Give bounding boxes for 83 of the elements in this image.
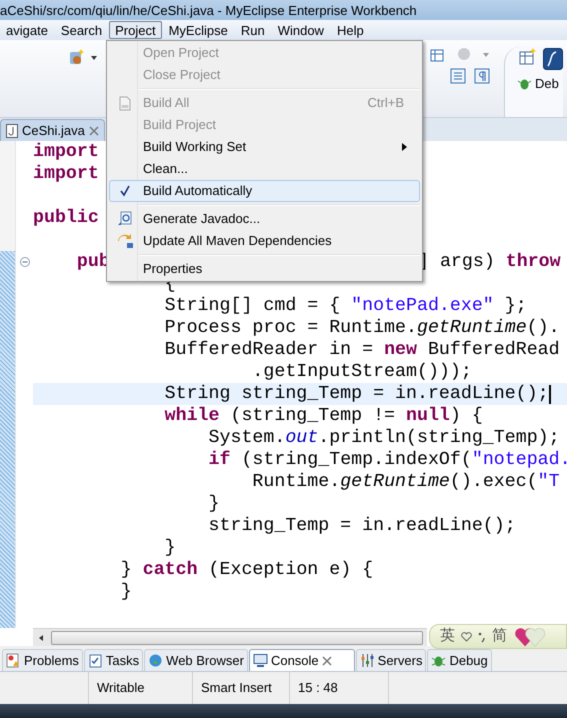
- code-token: (string_Temp !=: [229, 406, 396, 426]
- menu-entry[interactable]: Clean...: [109, 158, 420, 180]
- code-token: String string_Temp = in.readLine();: [164, 384, 549, 404]
- close-icon[interactable]: [322, 656, 332, 666]
- view-tab[interactable]: Debug: [427, 649, 492, 671]
- code-token: "notepad.: [472, 450, 567, 470]
- code-token: import: [33, 164, 99, 184]
- document-at-icon: [117, 211, 133, 227]
- ime-language[interactable]: 英: [440, 625, 455, 648]
- code-token: Process proc = Runtime.: [164, 318, 417, 338]
- code-token: }: [120, 582, 132, 602]
- view-tab[interactable]: Tasks: [84, 649, 144, 671]
- code-token: throw: [506, 252, 561, 272]
- refresh-arrows-icon: [116, 233, 134, 249]
- view-tab[interactable]: Servers: [356, 649, 426, 671]
- sliders-icon: [360, 653, 375, 668]
- code-token: };: [504, 296, 527, 316]
- horizontal-scrollbar[interactable]: [33, 628, 427, 646]
- code-token: out: [285, 428, 318, 448]
- list-icon[interactable]: [450, 68, 466, 84]
- code-token: getRuntime: [340, 472, 450, 492]
- hearts-icon: [513, 625, 547, 648]
- code-token: ) {: [450, 406, 483, 426]
- menu-item[interactable]: Search: [54, 21, 108, 39]
- text-cursor: [548, 384, 551, 404]
- code-token: string_Temp = in.readLine();: [208, 516, 516, 536]
- menu-item[interactable]: MyEclipse: [162, 21, 234, 39]
- menu-entry[interactable]: Build Automatically: [109, 180, 420, 202]
- code-token: }: [208, 494, 220, 514]
- code-token: null: [406, 406, 450, 426]
- menu-entry[interactable]: Properties: [109, 258, 420, 280]
- code-token: if: [208, 450, 230, 470]
- code-token: catch: [142, 560, 198, 580]
- view-tab[interactable]: Problems: [2, 649, 83, 671]
- scroll-thumb[interactable]: [51, 630, 423, 644]
- open-perspective-icon[interactable]: [519, 48, 537, 66]
- menu-entry[interactable]: Update All Maven Dependencies: [109, 230, 420, 252]
- code-token: new: [384, 340, 417, 360]
- window-title: aCeShi/src/com/qiu/lin/he/CeShi.java - MyEclipse Enterprise Workbench: [0, 4, 417, 16]
- code-token: (Exception e) {: [208, 560, 374, 580]
- punctuation-icon[interactable]: [478, 630, 486, 642]
- fold-toggle-icon[interactable]: [20, 257, 30, 267]
- code-token: BufferedRead: [426, 340, 560, 360]
- heart-outline-icon[interactable]: [461, 632, 472, 642]
- code-token: ().: [526, 318, 560, 338]
- pilcrow-icon[interactable]: [474, 68, 490, 84]
- new-project-icon[interactable]: [68, 48, 86, 66]
- menu-item[interactable]: Run: [234, 21, 271, 39]
- code-token: while: [164, 406, 220, 426]
- code-token: "T: [538, 472, 560, 492]
- view-tab[interactable]: Console: [248, 649, 355, 671]
- shortcut-text: Ctrl+B: [368, 94, 405, 112]
- menu-item[interactable]: Help: [330, 21, 370, 39]
- code-token: import: [33, 142, 99, 162]
- ime-mode[interactable]: 简: [492, 625, 507, 648]
- menu-item[interactable]: Window: [272, 21, 330, 39]
- editor-tab[interactable]: CeShi.java: [0, 119, 105, 141]
- close-icon[interactable]: [88, 126, 99, 136]
- code-token: (string_Temp.indexOf(: [240, 450, 472, 470]
- view-tab[interactable]: Web Browser: [144, 649, 248, 671]
- menu-entry[interactable]: Build Working Set: [109, 136, 420, 158]
- code-token: String[] cmd = {: [164, 296, 342, 316]
- code-token: "notePad.exe": [351, 296, 494, 316]
- code-token: }: [120, 560, 133, 580]
- perspective-icon[interactable]: [543, 48, 563, 70]
- code-token: System.: [208, 428, 286, 448]
- menu-entry[interactable]: Generate Javadoc...: [109, 208, 420, 230]
- code-token: public: [33, 208, 99, 228]
- code-token: BufferedReader in =: [164, 340, 374, 360]
- java-file-icon: [6, 124, 18, 138]
- problems-icon: [6, 653, 21, 668]
- monitor-icon: [252, 653, 268, 668]
- code-token: .println(string_Temp);: [318, 428, 560, 448]
- code-token: Runtime.: [251, 472, 340, 492]
- menu-item[interactable]: avigate: [0, 21, 54, 39]
- code-token: }: [164, 538, 176, 558]
- clipboard-check-icon: [88, 653, 103, 668]
- code-token: ().exec(: [450, 472, 538, 492]
- code-token: .getInputStream()));: [251, 362, 472, 382]
- code-token: getRuntime: [416, 318, 527, 338]
- menu-item[interactable]: Project: [109, 21, 162, 39]
- perspective-label[interactable]: Deb: [535, 74, 559, 94]
- binary-file-icon: [119, 96, 131, 110]
